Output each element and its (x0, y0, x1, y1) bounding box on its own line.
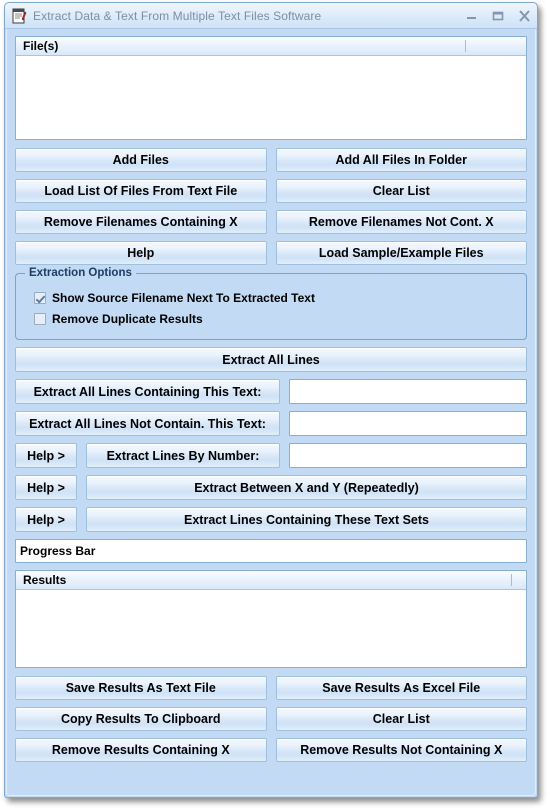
results-buttons-row-1: Save Results As Text File Save Results A… (15, 676, 527, 700)
results-column-separator[interactable] (511, 574, 512, 586)
save-results-as-text-file-button[interactable]: Save Results As Text File (15, 676, 267, 700)
show-source-filename-label: Show Source Filename Next To Extracted T… (52, 290, 315, 305)
extraction-options-group: Extraction Options Show Source Filename … (15, 267, 527, 340)
files-column-separator[interactable] (465, 40, 466, 52)
extract-by-number-row: Help > Extract Lines By Number: (15, 443, 527, 468)
results-column-header: Results (23, 573, 67, 587)
files-column-header: File(s) (23, 39, 59, 53)
maximize-button[interactable] (485, 5, 511, 27)
extract-containing-field-cell (289, 379, 527, 404)
remove-duplicate-results-checkbox[interactable] (34, 312, 46, 325)
remove-filenames-containing-button[interactable]: Remove Filenames Containing X (15, 210, 267, 234)
remove-filenames-not-containing-button[interactable]: Remove Filenames Not Cont. X (275, 210, 527, 234)
clear-list-files-button[interactable]: Clear List (275, 179, 527, 203)
results-list-header[interactable]: Results (16, 571, 526, 590)
minimize-button[interactable] (459, 5, 485, 27)
application-window: Extract Data & Text From Multiple Text F… (4, 2, 538, 798)
extract-lines-containing-text-sets-button[interactable]: Extract Lines Containing These Text Sets (86, 507, 527, 532)
files-list-body[interactable] (16, 56, 526, 139)
extract-not-containing-input[interactable] (289, 411, 527, 436)
results-listbox[interactable]: Results (15, 570, 527, 668)
extract-by-number-input[interactable] (289, 443, 527, 468)
extract-between-x-and-y-button[interactable]: Extract Between X and Y (Repeatedly) (86, 475, 527, 500)
remove-duplicate-results-label: Remove Duplicate Results (52, 311, 203, 326)
progress-bar: Progress Bar (15, 539, 527, 563)
extract-not-containing-field-cell (289, 411, 527, 436)
title-bar[interactable]: Extract Data & Text From Multiple Text F… (5, 3, 537, 29)
files-listbox[interactable]: File(s) (15, 36, 527, 140)
extract-containing-input[interactable] (289, 379, 527, 404)
window-title: Extract Data & Text From Multiple Text F… (33, 8, 322, 23)
save-results-as-excel-file-button[interactable]: Save Results As Excel File (275, 676, 527, 700)
extraction-options-title: Extraction Options (25, 267, 136, 279)
remove-results-containing-button[interactable]: Remove Results Containing X (15, 738, 267, 762)
help-extract-between-button[interactable]: Help > (15, 475, 77, 500)
results-list-body[interactable] (16, 590, 526, 667)
extract-containing-row: Extract All Lines Containing This Text: (15, 379, 527, 404)
close-button[interactable] (511, 5, 537, 27)
files-list-header[interactable]: File(s) (16, 37, 526, 56)
client-area: File(s) Add Files Add All Files In Folde… (7, 30, 535, 795)
extract-lines-not-containing-button[interactable]: Extract All Lines Not Contain. This Text… (15, 411, 280, 436)
extract-lines-by-number-button[interactable]: Extract Lines By Number: (86, 443, 280, 468)
results-buttons-row-2: Copy Results To Clipboard Clear List (15, 707, 527, 731)
remove-results-not-containing-button[interactable]: Remove Results Not Containing X (275, 738, 527, 762)
show-source-filename-checkbox[interactable] (34, 291, 46, 304)
extract-text-sets-row: Help > Extract Lines Containing These Te… (15, 507, 527, 532)
help-extract-text-sets-button[interactable]: Help > (15, 507, 77, 532)
help-button[interactable]: Help (15, 241, 267, 265)
extract-between-row: Help > Extract Between X and Y (Repeated… (15, 475, 527, 500)
file-buttons-row-3: Remove Filenames Containing X Remove Fil… (15, 210, 527, 234)
load-list-of-files-button[interactable]: Load List Of Files From Text File (15, 179, 267, 203)
copy-results-to-clipboard-button[interactable]: Copy Results To Clipboard (15, 707, 267, 731)
add-files-button[interactable]: Add Files (15, 148, 267, 172)
extract-all-lines-button[interactable]: Extract All Lines (15, 347, 527, 372)
checkbox-remove-duplicate-results[interactable]: Remove Duplicate Results (34, 309, 518, 328)
add-all-files-in-folder-button[interactable]: Add All Files In Folder (275, 148, 527, 172)
help-extract-by-number-button[interactable]: Help > (15, 443, 77, 468)
checkbox-show-source-filename[interactable]: Show Source Filename Next To Extracted T… (34, 288, 518, 307)
extract-by-number-field-cell (289, 443, 527, 468)
clear-list-results-button[interactable]: Clear List (275, 707, 527, 731)
results-buttons-row-3: Remove Results Containing X Remove Resul… (15, 738, 527, 762)
extract-lines-containing-button[interactable]: Extract All Lines Containing This Text: (15, 379, 280, 404)
load-sample-files-button[interactable]: Load Sample/Example Files (275, 241, 527, 265)
extract-not-containing-row: Extract All Lines Not Contain. This Text… (15, 411, 527, 436)
progress-bar-label: Progress Bar (20, 544, 96, 558)
file-buttons-row-4: Help Load Sample/Example Files (15, 241, 527, 265)
file-buttons-row-2: Load List Of Files From Text File Clear … (15, 179, 527, 203)
file-buttons-row-1: Add Files Add All Files In Folder (15, 148, 527, 172)
document-pen-icon (11, 8, 27, 24)
